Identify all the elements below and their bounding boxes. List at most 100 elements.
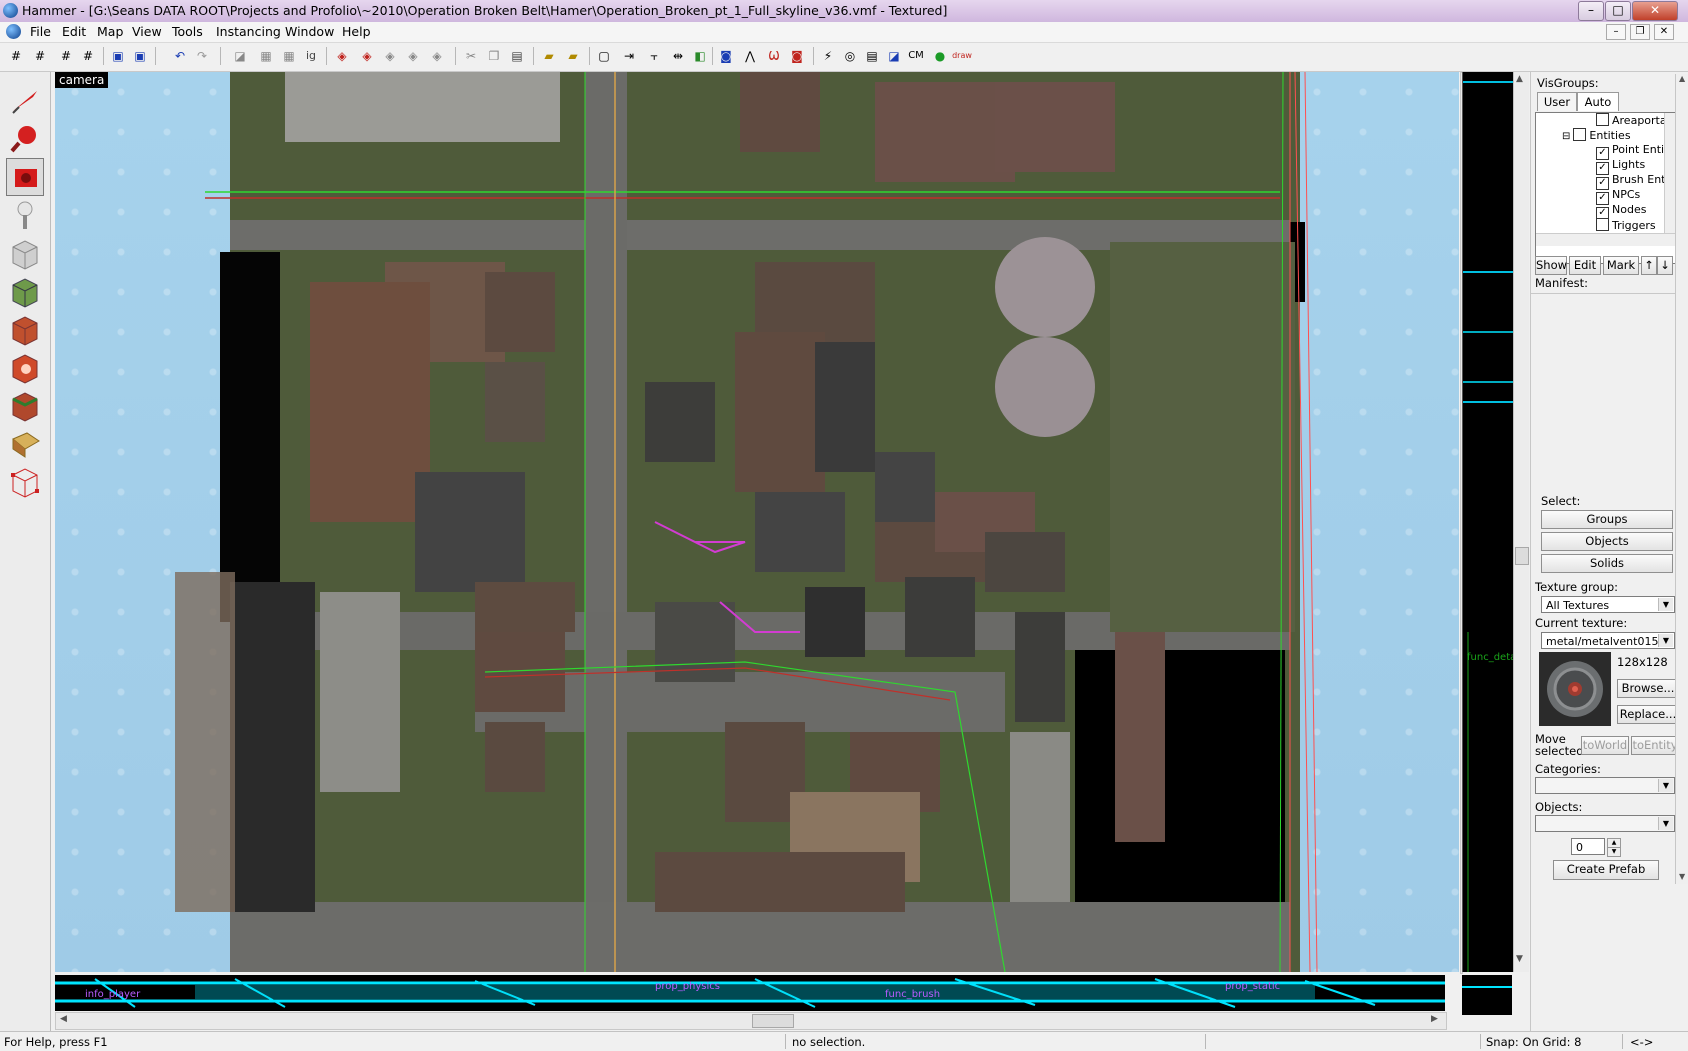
select-objects-button[interactable]: Objects (1541, 532, 1673, 551)
cordon-icon[interactable]: Ѡ (764, 46, 784, 66)
grid-toggle-icon[interactable]: # (56, 46, 76, 66)
menu-edit[interactable]: Edit (62, 24, 86, 39)
draw-icon[interactable]: draw (952, 46, 972, 66)
viewport-label[interactable]: camera (55, 72, 109, 88)
path-icon[interactable]: ⋀ (740, 46, 760, 66)
visgroup-show-button[interactable]: Show (1535, 256, 1567, 275)
entity-icon[interactable]: ⇥ (619, 46, 639, 66)
maximize-button[interactable]: □ (1605, 1, 1631, 21)
ungroup-icon[interactable]: ▣ (130, 46, 150, 66)
ignore-groups-icon[interactable]: ig (301, 46, 321, 66)
chevron-down-icon[interactable]: ▼ (1658, 779, 1673, 792)
texture-lock-icon[interactable]: ▰ (539, 46, 559, 66)
browse-button[interactable]: Browse... (1617, 679, 1679, 698)
menu-window[interactable]: Window (285, 24, 334, 39)
group-icon[interactable]: ▣ (108, 46, 128, 66)
visgroup-mark-button[interactable]: Mark (1603, 256, 1639, 275)
sound-icon[interactable]: ◙ (716, 46, 736, 66)
redo-icon[interactable]: ↷ (192, 46, 212, 66)
corner-2d-view[interactable] (1462, 975, 1512, 1015)
panel-scrollbar[interactable]: ▲ ▼ (1675, 74, 1688, 884)
mdi-minimize-button[interactable]: – (1606, 24, 1626, 40)
tree-item-npcs[interactable]: ✓ NPCs (1596, 188, 1640, 205)
flip-h-icon[interactable]: ◈ (380, 46, 400, 66)
texture-scale-lock-icon[interactable]: ▰ (563, 46, 583, 66)
grid-icon[interactable]: # (6, 46, 26, 66)
current-texture-select[interactable]: metal/metalvent015a ▼ (1541, 632, 1675, 649)
objects-select[interactable]: ▼ (1535, 815, 1675, 832)
toolbox-icon[interactable]: ◪ (884, 46, 904, 66)
menu-help[interactable]: Help (342, 24, 371, 39)
tree-hscroll[interactable] (1536, 233, 1676, 246)
entity-tool-icon[interactable] (6, 196, 44, 234)
create-prefab-button[interactable]: Create Prefab (1553, 860, 1659, 880)
texture-group-select[interactable]: All Textures ▼ (1541, 596, 1675, 613)
texture-preview[interactable] (1539, 652, 1611, 726)
vertex-tool-icon[interactable] (6, 462, 44, 500)
menu-view[interactable]: View (132, 24, 162, 39)
scroll-thumb[interactable] (752, 1014, 794, 1028)
block-tool-icon[interactable] (6, 234, 44, 272)
checkbox[interactable] (1573, 128, 1587, 141)
front-2d-view[interactable]: info_player prop_physics func_brush prop… (55, 975, 1445, 1011)
close-button[interactable]: ✕ (1632, 1, 1678, 21)
flip-icon[interactable]: ◈ (427, 46, 447, 66)
check-icon[interactable]: ▤ (862, 46, 882, 66)
flip-v-icon[interactable]: ◈ (403, 46, 423, 66)
to-world-button[interactable]: toWorld (1581, 736, 1629, 755)
replace-button[interactable]: Replace... (1617, 705, 1679, 724)
undo-icon[interactable]: ↶ (170, 46, 190, 66)
side-view-scrollbar[interactable]: ▲ ▼ (1513, 72, 1529, 972)
unhide-icon[interactable]: ▦ (279, 46, 299, 66)
clipping-tool-icon[interactable] (6, 424, 44, 462)
bottom-view-scrollbar[interactable]: ◀ ▶ (55, 1012, 1447, 1030)
move-up-button[interactable]: ↑ (1641, 256, 1657, 275)
select-solids-button[interactable]: Solids (1541, 554, 1673, 573)
visgroup-edit-button[interactable]: Edit (1569, 256, 1601, 275)
models-icon[interactable]: ⇹ (668, 46, 688, 66)
paste-icon[interactable]: ▤ (507, 46, 527, 66)
apply-texture-tool-icon[interactable] (6, 310, 44, 348)
tab-user[interactable]: User (1537, 92, 1577, 111)
magnify-tool-icon[interactable] (6, 120, 44, 158)
tree-item-entities[interactable]: ⊟ Entities (1562, 128, 1631, 143)
tree-item-nodes[interactable]: ✓ Nodes (1596, 203, 1646, 220)
scroll-thumb[interactable] (1515, 547, 1529, 565)
mdi-close-button[interactable]: ✕ (1654, 24, 1674, 40)
leaf-icon[interactable]: ◧ (690, 46, 710, 66)
visgroup-tree[interactable]: Areaportals ⊟ Entities ✓ Point Entities ✓ L… (1535, 112, 1679, 264)
grid-larger-icon[interactable]: # (78, 46, 98, 66)
overlay-tool-icon[interactable] (6, 386, 44, 424)
run-icon[interactable]: ◎ (840, 46, 860, 66)
texture-app-tool-icon[interactable] (6, 272, 44, 310)
camera-tool-icon[interactable] (6, 158, 44, 196)
rotate-cw-icon[interactable]: ◈ (332, 46, 352, 66)
minimize-button[interactable]: – (1578, 1, 1604, 21)
tree-item-lights[interactable]: ✓ Lights (1596, 158, 1645, 175)
carve-icon[interactable]: ◪ (230, 46, 250, 66)
box-select-icon[interactable]: ▢ (594, 46, 614, 66)
copy-icon[interactable]: ❐ (484, 46, 504, 66)
green-globe-icon[interactable]: ● (930, 46, 950, 66)
grid-smaller-icon[interactable]: # (30, 46, 50, 66)
spinner-down-icon[interactable]: ▼ (1607, 847, 1621, 857)
mdi-restore-button[interactable]: ❐ (1630, 24, 1650, 40)
menu-file[interactable]: File (30, 24, 51, 39)
prefab-count-input[interactable]: 0 (1571, 838, 1605, 855)
tree-item-triggers[interactable]: Triggers (1596, 218, 1656, 233)
selection-tool-icon[interactable] (6, 82, 44, 120)
chevron-down-icon[interactable]: ▼ (1658, 598, 1673, 611)
menu-instancing[interactable]: Instancing (216, 24, 281, 39)
camera-viewport[interactable]: camera (55, 72, 1459, 972)
decal-tool-icon[interactable] (6, 348, 44, 386)
chevron-down-icon[interactable]: ▼ (1658, 817, 1673, 830)
cut-icon[interactable]: ✂ (461, 46, 481, 66)
menu-tools[interactable]: Tools (172, 24, 203, 39)
document-icon[interactable] (6, 24, 21, 39)
checkbox[interactable] (1596, 113, 1609, 126)
menu-map[interactable]: Map (97, 24, 123, 39)
chevron-down-icon[interactable]: ▼ (1658, 634, 1673, 647)
select-groups-button[interactable]: Groups (1541, 510, 1673, 529)
cm-icon[interactable]: CM (906, 46, 926, 66)
hide-icon[interactable]: ▦ (256, 46, 276, 66)
